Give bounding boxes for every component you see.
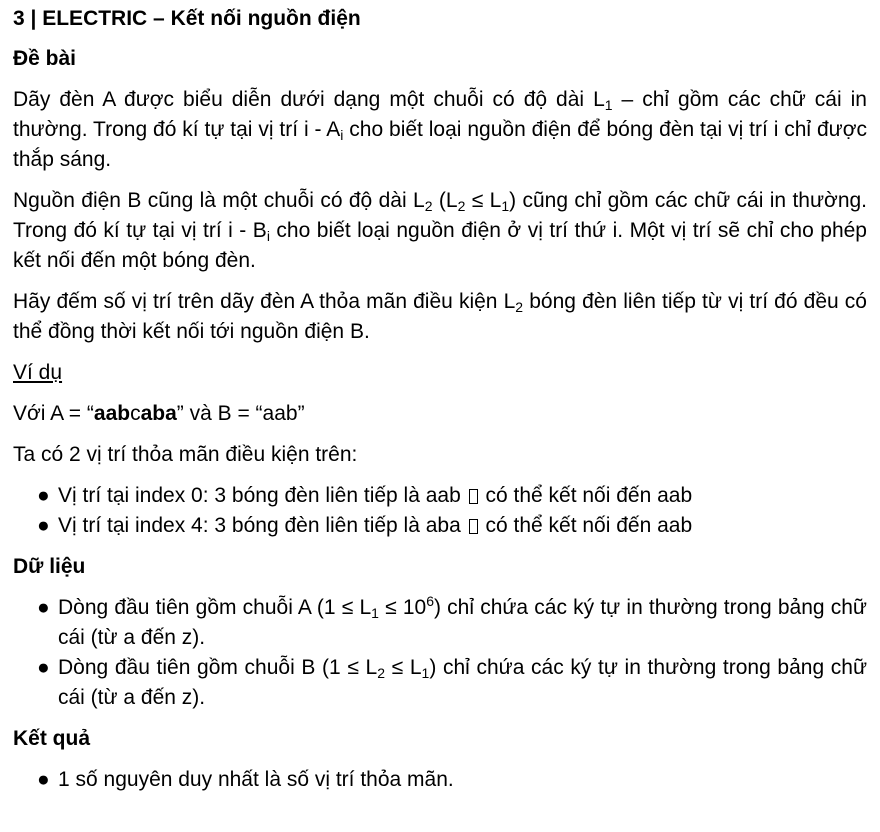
list-item: ● Vị trí tại index 0: 3 bóng đèn liên tiế… (13, 481, 867, 511)
section-heading-vi-du: Ví dụ (13, 361, 63, 384)
paragraph-3: Hãy đếm số vị trí trên dãy đèn A thỏa mã… (13, 290, 867, 343)
bullet-icon: ● (37, 768, 50, 791)
bullet-icon: ● (37, 484, 50, 507)
section-heading-ket-qua: Kết quả (13, 727, 91, 750)
section-heading-du-lieu: Dữ liệu (13, 555, 86, 578)
example-list: ● Vị trí tại index 0: 3 bóng đèn liên tiế… (13, 481, 867, 541)
missing-glyph-icon (468, 519, 478, 534)
list-item: ● Vị trí tại index 4: 3 bóng đèn liên tiế… (13, 511, 867, 541)
problem-title: 3 | ELECTRIC – Kết nối nguồn điện (13, 7, 361, 30)
output-spec-list: ● 1 số nguyên duy nhất là số vị trí thỏa … (13, 765, 867, 795)
list-item: ● Dòng đầu tiên gồm chuỗi A (1 ≤ L1 ≤ 106… (37, 593, 867, 649)
section-heading-de-bai: Đề bài (13, 47, 77, 70)
missing-glyph-icon (468, 489, 478, 504)
example-input-line: Với A = “aabcaba” và B = “aab” (13, 402, 305, 425)
list-item: ● 1 số nguyên duy nhất là số vị trí thỏa … (13, 765, 867, 795)
input-spec-list: ● Dòng đầu tiên gồm chuỗi A (1 ≤ L1 ≤ 106… (13, 593, 867, 713)
bullet-icon: ● (37, 596, 50, 619)
paragraph-1: Dãy đèn A được biểu diễn dưới dạng một c… (13, 88, 867, 171)
bullet-icon: ● (37, 656, 50, 679)
document-page: 3 | ELECTRIC – Kết nối nguồn điện Đề bài… (0, 0, 880, 795)
example-summary-line: Ta có 2 vị trí thỏa mãn điều kiện trên: (13, 443, 358, 466)
paragraph-2: Nguồn điện B cũng là một chuỗi có độ dài… (13, 189, 868, 272)
list-item: ● Dòng đầu tiên gồm chuỗi B (1 ≤ L2 ≤ L1)… (13, 653, 867, 713)
bullet-icon: ● (37, 514, 50, 537)
